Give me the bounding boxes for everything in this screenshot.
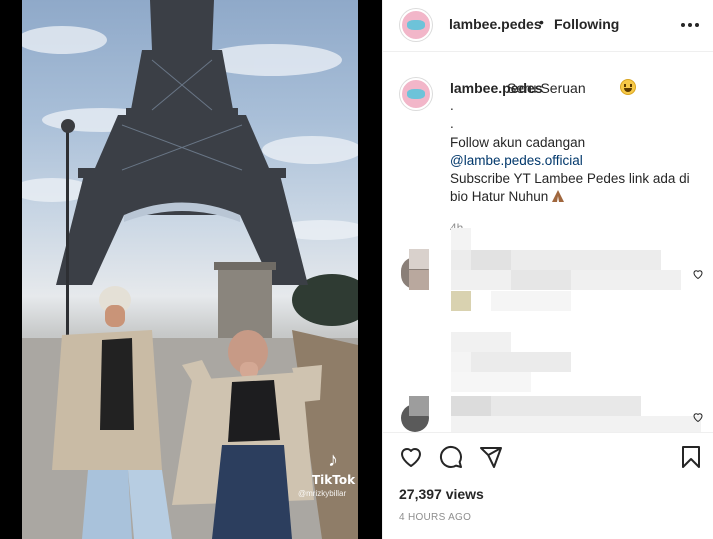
grin-emoji-icon <box>620 79 636 95</box>
folded-hands-emoji-icon <box>552 190 565 202</box>
caption-line-text: bio Hatur Nuhun <box>450 189 549 204</box>
caption-avatar[interactable] <box>400 78 432 110</box>
more-options-icon[interactable] <box>679 16 701 34</box>
comment-icon[interactable] <box>439 445 463 469</box>
pixel-block <box>451 332 511 352</box>
video-player[interactable]: ♪ TikTok @mrizkybillar <box>22 0 358 539</box>
pixel-block <box>451 372 531 392</box>
comment-like-heart-icon[interactable] <box>692 411 704 423</box>
avatar[interactable] <box>400 9 432 41</box>
post-media[interactable]: ♪ TikTok @mrizkybillar <box>0 0 382 539</box>
pixel-block <box>409 396 429 416</box>
comment-like-heart-icon[interactable] <box>692 268 704 280</box>
caption-line: Follow akun cadangan <box>450 135 586 150</box>
pixel-block <box>511 270 571 290</box>
tiktok-handle: @mrizkybillar <box>298 489 347 498</box>
post-timestamp[interactable]: 4 HOURS AGO <box>399 512 471 523</box>
pixel-block <box>451 352 471 372</box>
caption-line: Subscribe YT Lambee Pedes link ada di <box>450 171 690 186</box>
caption-text: Seru Seruan <box>507 80 586 96</box>
mention-link[interactable]: @lambe.pedes.official <box>450 153 583 168</box>
pixel-block <box>409 270 429 290</box>
video-frame <box>22 0 358 539</box>
pixel-block <box>451 396 491 416</box>
pixel-block <box>471 250 511 270</box>
share-icon[interactable] <box>479 445 503 469</box>
pixel-block <box>491 291 571 311</box>
view-count[interactable]: 27,397 views <box>399 486 484 502</box>
heart-icon[interactable] <box>399 445 423 469</box>
pixel-block <box>471 352 571 372</box>
caption-line-last: bio Hatur Nuhun <box>450 189 565 204</box>
action-bar <box>383 432 713 476</box>
pixel-block <box>451 228 471 250</box>
following-button[interactable]: Following <box>554 16 619 32</box>
tiktok-watermark: TikTok <box>312 473 356 487</box>
separator-dot: • <box>539 14 544 30</box>
bookmark-icon[interactable] <box>679 445 703 469</box>
pixel-block <box>409 249 429 269</box>
pixel-block <box>451 416 701 432</box>
tiktok-logo-icon: ♪ <box>328 449 338 471</box>
pixel-block <box>451 291 471 311</box>
caption-line: . <box>450 116 454 131</box>
post-header: lambee.pedes • Following <box>383 0 713 52</box>
post-details-panel: lambee.pedes • Following lambee.pedes Se… <box>382 0 713 539</box>
header-username[interactable]: lambee.pedes <box>449 16 542 32</box>
caption-line: . <box>450 98 454 113</box>
